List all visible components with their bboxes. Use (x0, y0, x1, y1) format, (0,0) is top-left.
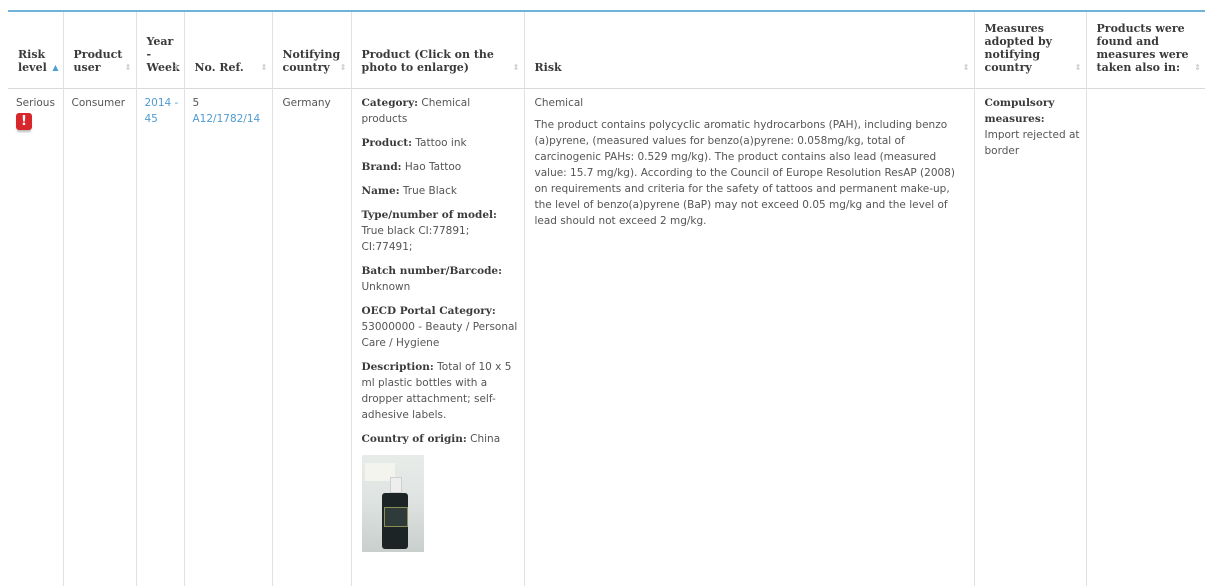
product-user-text: Consumer (71, 96, 126, 109)
label: Description: (361, 360, 434, 373)
products-found-text (1087, 89, 1206, 95)
col-no-ref[interactable]: No. Ref. ⇕ (184, 12, 273, 88)
col-products-found[interactable]: Products were found and measures were ta… (1086, 12, 1205, 88)
value: Unknown (361, 280, 411, 293)
label: Batch number/Barcode: (361, 264, 502, 277)
results-panel: Risk level ▲ Product user ⇕ Year - Week … (0, 0, 1212, 586)
value: 53000000 - Beauty / Personal Care / Hygi… (361, 320, 518, 349)
label: Brand: (361, 160, 402, 173)
sort-icon[interactable]: ⇕ (261, 61, 268, 74)
col-product[interactable]: Product (Click on the photo to enlarge) … (351, 12, 525, 88)
cell-no-ref: 5 A12/1782/14 (184, 88, 273, 586)
label: Product: (361, 136, 413, 149)
measures-text: Import rejected at border (984, 128, 1080, 157)
label: Category: (361, 96, 419, 109)
photo-bottle-label (383, 506, 408, 527)
year-week-link[interactable]: 2014 - 45 (137, 89, 184, 127)
sort-ascending-icon[interactable]: ▲ (52, 61, 58, 74)
col-measures[interactable]: Measures adopted by notifying country ⇕ (974, 12, 1087, 88)
measures-type: Compulsory measures: (984, 96, 1055, 125)
product-name: Name: True Black (362, 183, 518, 199)
value: Hao Tattoo (404, 160, 462, 173)
product-model: Type/number of model: True black CI:7789… (362, 207, 518, 255)
value: True black CI:77891; CI:77491; (361, 224, 470, 253)
col-product-label: Product (Click on the photo to enlarge) (361, 47, 494, 74)
col-year-week-label: Year - Week (146, 34, 180, 74)
photo-dropper-cap (389, 476, 402, 493)
product-type: Product: Tattoo ink (362, 135, 518, 151)
product-category: Category: Chemical products (362, 95, 518, 127)
value: Tattoo ink (415, 136, 467, 149)
cell-notifying-country: Germany (272, 88, 352, 586)
sort-icon[interactable]: ⇕ (1075, 61, 1082, 74)
cell-risk-level: Serious ! (8, 88, 64, 586)
risk-description: The product contains polycyclic aromatic… (534, 118, 955, 227)
col-risk-level-label: Risk level (18, 47, 47, 74)
sort-icon[interactable]: ⇕ (340, 61, 347, 74)
sort-icon[interactable]: ⇕ (513, 61, 520, 74)
col-notifying-country[interactable]: Notifying country ⇕ (272, 12, 352, 88)
cell-products-found (1086, 88, 1205, 586)
sort-icon[interactable]: ⇕ (173, 61, 180, 74)
product-origin: Country of origin: China (362, 431, 518, 447)
cell-measures: Compulsory measures: Import rejected at … (974, 88, 1087, 586)
col-product-user[interactable]: Product user ⇕ (63, 12, 137, 88)
value: China (470, 432, 501, 445)
product-batch: Batch number/Barcode: Unknown (362, 263, 518, 295)
label: Name: (361, 184, 400, 197)
sort-icon[interactable]: ⇕ (125, 61, 132, 74)
value: True Black (402, 184, 457, 197)
col-no-ref-label: No. Ref. (194, 60, 244, 74)
col-notifying-country-label: Notifying country (282, 47, 341, 74)
cell-product: Category: Chemical products Product: Tat… (351, 88, 525, 586)
cell-risk: Chemical The product contains polycyclic… (524, 88, 975, 586)
col-risk-level[interactable]: Risk level ▲ (8, 12, 64, 88)
product-brand: Brand: Hao Tattoo (362, 159, 518, 175)
risk-level-text: Serious (16, 96, 55, 109)
col-products-found-label: Products were found and measures were ta… (1096, 21, 1189, 74)
alerts-table: Risk level ▲ Product user ⇕ Year - Week … (8, 12, 1205, 586)
cell-year-week: 2014 - 45 (136, 88, 185, 586)
col-product-user-label: Product user (73, 47, 123, 74)
col-risk[interactable]: Risk ⇕ (524, 12, 975, 88)
table-header-row: Risk level ▲ Product user ⇕ Year - Week … (8, 12, 1205, 88)
label: OECD Portal Category: (361, 304, 496, 317)
table-row: Serious ! Consumer 2014 - 45 5 A12/1782/… (8, 88, 1205, 586)
label: Type/number of model: (361, 208, 497, 221)
col-risk-label: Risk (534, 60, 562, 74)
product-photo-thumbnail[interactable] (361, 454, 424, 552)
cell-product-user: Consumer (63, 88, 137, 586)
reference-link[interactable]: A12/1782/14 (193, 111, 268, 127)
serious-risk-alert-icon: ! (16, 112, 32, 130)
col-year-week[interactable]: Year - Week ⇕ (136, 12, 185, 88)
notification-number: 5 (192, 96, 200, 109)
product-description: Description: Total of 10 x 5 ml plastic … (362, 359, 518, 423)
sort-icon[interactable]: ⇕ (963, 61, 970, 74)
product-oecd-category: OECD Portal Category: 53000000 - Beauty … (362, 303, 518, 351)
label: Country of origin: (361, 432, 467, 445)
col-measures-label: Measures adopted by notifying country (984, 21, 1053, 74)
risk-type: Chemical (534, 96, 584, 109)
notifying-country-text: Germany (282, 96, 331, 109)
sort-icon[interactable]: ⇕ (1194, 61, 1201, 74)
